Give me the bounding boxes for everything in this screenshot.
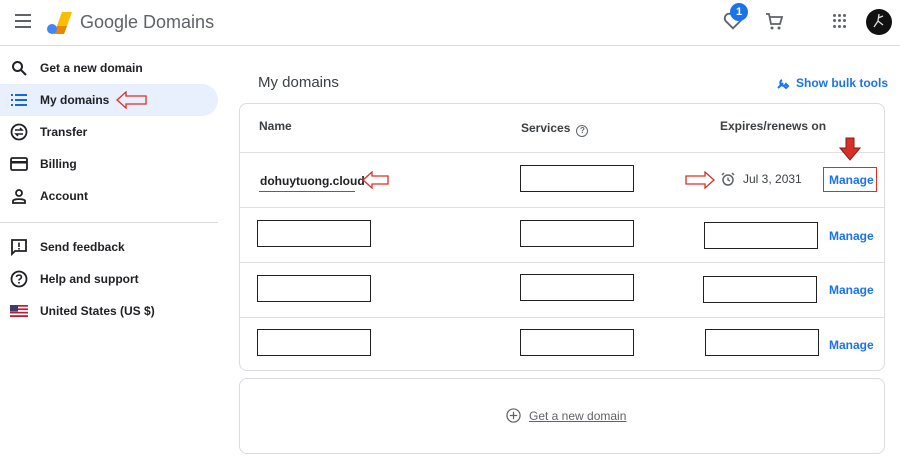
sidebar-item-label: Get a new domain (40, 61, 143, 75)
avatar[interactable] (866, 9, 892, 35)
redacted-services (520, 329, 634, 356)
row-divider (240, 317, 884, 318)
sidebar-item-send-feedback[interactable]: Send feedback (0, 231, 218, 263)
sidebar-item-get-new-domain[interactable]: Get a new domain (0, 52, 218, 84)
sidebar-item-label: Help and support (40, 272, 139, 286)
transfer-icon (10, 123, 28, 141)
apps-grid-icon[interactable] (833, 14, 847, 28)
manage-button[interactable]: Manage (829, 338, 874, 352)
annotation-arrow-left-icon (362, 171, 389, 189)
row-divider (240, 207, 884, 208)
feedback-icon (10, 238, 28, 256)
row-divider (240, 152, 884, 153)
redacted-domain (257, 329, 371, 356)
sidebar-item-label: United States (US $) (40, 304, 155, 318)
column-header-services: Services? (521, 121, 589, 137)
column-header-name: Name (259, 119, 292, 133)
annotation-arrow-right-icon (685, 171, 715, 189)
sidebar-item-label: Send feedback (40, 240, 125, 254)
help-icon (10, 270, 28, 288)
alarm-clock-icon (721, 172, 735, 186)
help-icon[interactable]: ? (576, 125, 589, 137)
expiry-date-text: Jul 3, 2031 (743, 172, 802, 186)
get-new-domain-label: Get a new domain (529, 408, 627, 423)
sidebar: Get a new domain My domains Transfer Bil… (0, 52, 230, 327)
search-icon (10, 59, 28, 77)
cart-icon[interactable] (764, 11, 784, 31)
annotation-arrow-left-icon (116, 91, 147, 109)
column-header-expires: Expires/renews on (720, 119, 827, 133)
redacted-services (520, 274, 634, 301)
redacted-domain (257, 275, 371, 302)
favorites-badge: 1 (730, 3, 748, 21)
annotation-arrow-down-icon (839, 137, 861, 161)
top-app-bar: Google Domains 1 (0, 0, 900, 46)
annotation-underline (259, 191, 355, 192)
wrench-icon (777, 79, 790, 90)
google-domains-logo[interactable] (46, 10, 74, 36)
manage-button[interactable]: Manage (829, 283, 874, 297)
menu-icon[interactable] (15, 14, 31, 28)
sidebar-item-label: Billing (40, 157, 77, 171)
column-header-services-label: Services (521, 121, 571, 135)
sidebar-item-billing[interactable]: Billing (0, 148, 218, 180)
redacted-expiry (704, 222, 818, 249)
row-divider (240, 262, 884, 263)
redacted-expiry (705, 329, 819, 356)
sidebar-item-label: My domains (40, 93, 110, 107)
brand-name[interactable]: Google Domains (80, 12, 214, 33)
add-domain-card: Get a new domain (239, 378, 885, 454)
sidebar-item-transfer[interactable]: Transfer (0, 116, 218, 148)
expiry-date: Jul 3, 2031 (721, 172, 802, 186)
manage-button[interactable]: Manage (829, 229, 874, 243)
us-flag-icon (10, 302, 28, 320)
bulk-tools-label: Show bulk tools (796, 76, 888, 90)
sidebar-item-help-support[interactable]: Help and support (0, 263, 218, 295)
list-icon (10, 91, 28, 109)
redacted-expiry (703, 276, 817, 303)
sidebar-item-country[interactable]: United States (US $) (0, 295, 218, 327)
domains-table: Name Services? Expires/renews on dohuytu… (239, 103, 885, 371)
domain-name-link[interactable]: dohuytuong.cloud (260, 174, 365, 188)
sidebar-divider (0, 222, 218, 223)
redacted-services (520, 165, 634, 192)
sidebar-item-label: Transfer (40, 125, 88, 139)
get-new-domain-link[interactable]: Get a new domain (506, 408, 626, 423)
page-title: My domains (258, 74, 339, 91)
sidebar-item-account[interactable]: Account (0, 180, 218, 212)
sidebar-item-label: Account (40, 189, 88, 203)
redacted-services (520, 220, 634, 247)
manage-button[interactable]: Manage (829, 173, 874, 187)
account-icon (10, 187, 28, 205)
add-circle-icon (506, 408, 521, 423)
redacted-domain (257, 220, 371, 247)
sidebar-item-my-domains[interactable]: My domains (0, 84, 218, 116)
show-bulk-tools-button[interactable]: Show bulk tools (776, 76, 888, 90)
billing-card-icon (10, 155, 28, 173)
